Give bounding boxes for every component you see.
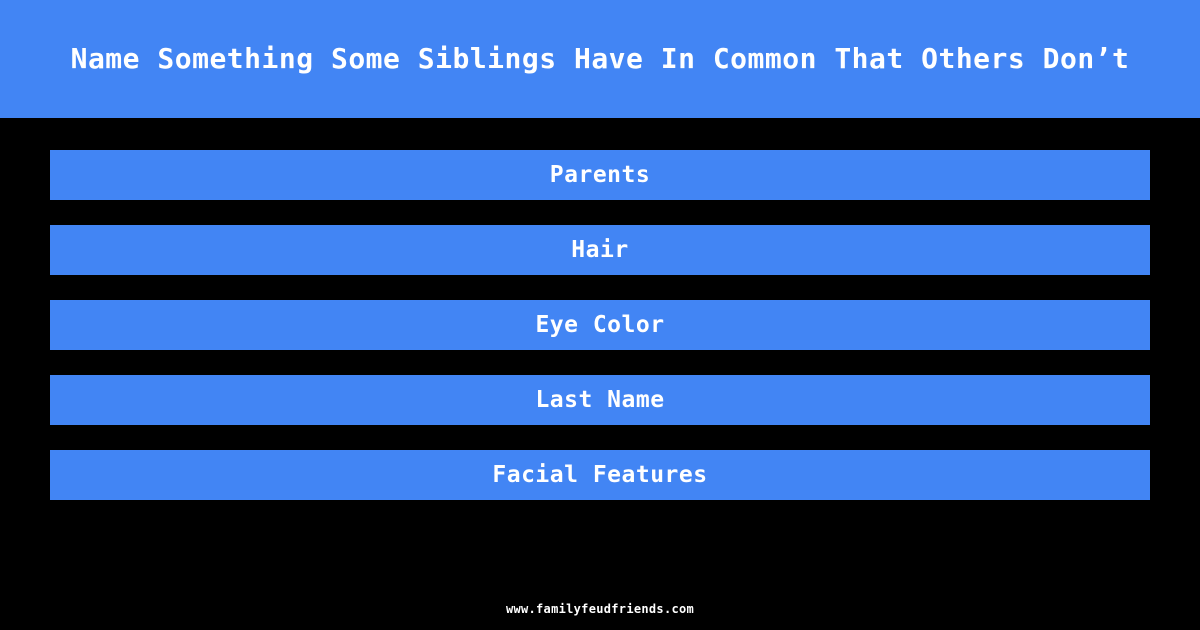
answer-row-3[interactable]: Eye Color xyxy=(50,300,1150,350)
question-header: Name Something Some Siblings Have In Com… xyxy=(0,0,1200,118)
answer-label: Hair xyxy=(571,237,629,263)
footer: www.familyfeudfriends.com xyxy=(0,598,1200,617)
answer-label: Parents xyxy=(549,162,651,188)
answer-list: Parents Hair Eye Color Last Name Facial … xyxy=(50,150,1150,500)
answer-label: Last Name xyxy=(535,387,665,413)
answer-row-5[interactable]: Facial Features xyxy=(50,450,1150,500)
answer-label: Eye Color xyxy=(535,312,665,338)
site-url[interactable]: www.familyfeudfriends.com xyxy=(506,602,694,616)
page-title: Name Something Some Siblings Have In Com… xyxy=(70,41,1130,75)
answer-row-1[interactable]: Parents xyxy=(50,150,1150,200)
answer-label: Facial Features xyxy=(492,462,708,488)
answer-row-2[interactable]: Hair xyxy=(50,225,1150,275)
answer-row-4[interactable]: Last Name xyxy=(50,375,1150,425)
answer-card: Name Something Some Siblings Have In Com… xyxy=(0,0,1200,630)
